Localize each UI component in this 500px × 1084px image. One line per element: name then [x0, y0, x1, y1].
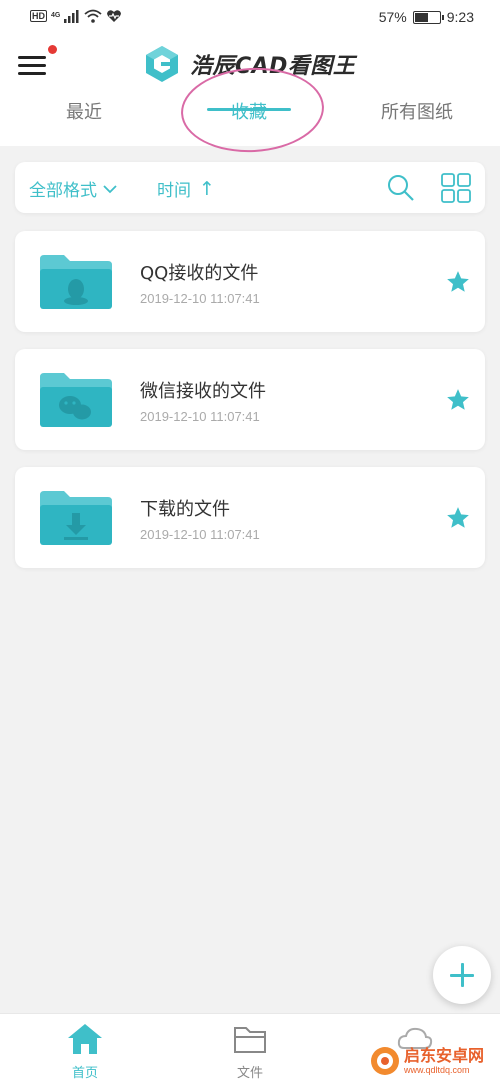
- file-name: 微信接收的文件: [140, 381, 266, 402]
- nav-home-label: 首页: [71, 1066, 98, 1081]
- star-icon[interactable]: [445, 505, 471, 531]
- watermark-url: www.qdltdq.com: [404, 1065, 470, 1075]
- menu-icon-line: [18, 72, 46, 75]
- menu-button[interactable]: [18, 52, 50, 78]
- active-tab-indicator: [207, 108, 291, 111]
- grid-view-icon: [441, 173, 471, 203]
- battery-icon: [412, 10, 444, 24]
- file-date: 2019-12-10 11:07:41: [140, 291, 260, 306]
- status-right: 57% 9:23: [379, 9, 474, 25]
- tab-bar: 最近 收藏 所有图纸: [0, 98, 500, 146]
- network-type: 4G: [51, 12, 61, 19]
- list-item[interactable]: 微信接收的文件 2019-12-10 11:07:41: [15, 349, 485, 450]
- signal-icon: [64, 10, 79, 23]
- notification-dot: [48, 45, 57, 54]
- format-dropdown[interactable]: 全部格式: [29, 176, 117, 201]
- file-date: 2019-12-10 11:07:41: [140, 409, 260, 424]
- time-sort[interactable]: 时间 ↑: [157, 176, 215, 202]
- grid-view-button[interactable]: [441, 173, 471, 207]
- download-folder-icon: [40, 491, 112, 545]
- menu-icon-line: [18, 64, 46, 67]
- nav-home[interactable]: 首页: [45, 1022, 125, 1081]
- tab-all-drawings[interactable]: 所有图纸: [362, 98, 472, 146]
- hd-badge: HD: [30, 10, 47, 22]
- search-button[interactable]: [387, 174, 415, 206]
- filter-bar: 全部格式 时间 ↑: [15, 162, 485, 213]
- folder-icon: [234, 1027, 266, 1053]
- time-label: 时间: [157, 181, 191, 201]
- clock: 9:23: [446, 9, 474, 25]
- sort-arrow-icon: ↑: [199, 177, 215, 200]
- file-name: 下载的文件: [140, 499, 230, 520]
- tab-favorites[interactable]: 收藏: [209, 98, 289, 146]
- star-icon[interactable]: [445, 387, 471, 413]
- watermark-text-block: 启东安卓网 www.qdltdq.com: [404, 1046, 485, 1076]
- home-icon: [68, 1024, 102, 1054]
- status-bar: HD 4G 57% 9:23: [0, 0, 500, 36]
- star-icon[interactable]: [445, 269, 471, 295]
- heart-rate-icon: [107, 10, 122, 22]
- list-item[interactable]: QQ接收的文件 2019-12-10 11:07:41: [15, 231, 485, 332]
- chevron-down-icon: [103, 184, 117, 193]
- file-date: 2019-12-10 11:07:41: [140, 527, 260, 542]
- search-icon: [388, 175, 414, 201]
- app-name: 浩辰CAD看图王: [190, 54, 356, 79]
- qq-folder-icon: [40, 255, 112, 309]
- wifi-icon: [84, 9, 102, 23]
- wechat-folder-icon: [40, 373, 112, 427]
- battery-percent: 57%: [378, 9, 407, 25]
- app-logo-icon: [146, 46, 178, 82]
- app-header: 浩辰CAD看图王 最近 收藏 所有图纸: [0, 36, 500, 146]
- tab-recent[interactable]: 最近: [44, 98, 124, 146]
- app-logo: 浩辰CAD看图王: [144, 44, 355, 84]
- watermark-text: 启东安卓网: [404, 1046, 485, 1065]
- nav-files-label: 文件: [236, 1066, 263, 1081]
- battery-fill: [414, 12, 428, 22]
- format-label: 全部格式: [29, 181, 97, 201]
- status-left: HD 4G: [30, 9, 122, 23]
- menu-icon-line: [18, 56, 46, 59]
- watermark-logo-icon: [371, 1047, 399, 1075]
- list-item[interactable]: 下载的文件 2019-12-10 11:07:41: [15, 467, 485, 568]
- nav-files[interactable]: 文件: [210, 1022, 290, 1081]
- add-button[interactable]: [433, 946, 491, 1004]
- file-name: QQ接收的文件: [140, 263, 259, 284]
- watermark: 启东安卓网 www.qdltdq.com: [370, 1046, 484, 1076]
